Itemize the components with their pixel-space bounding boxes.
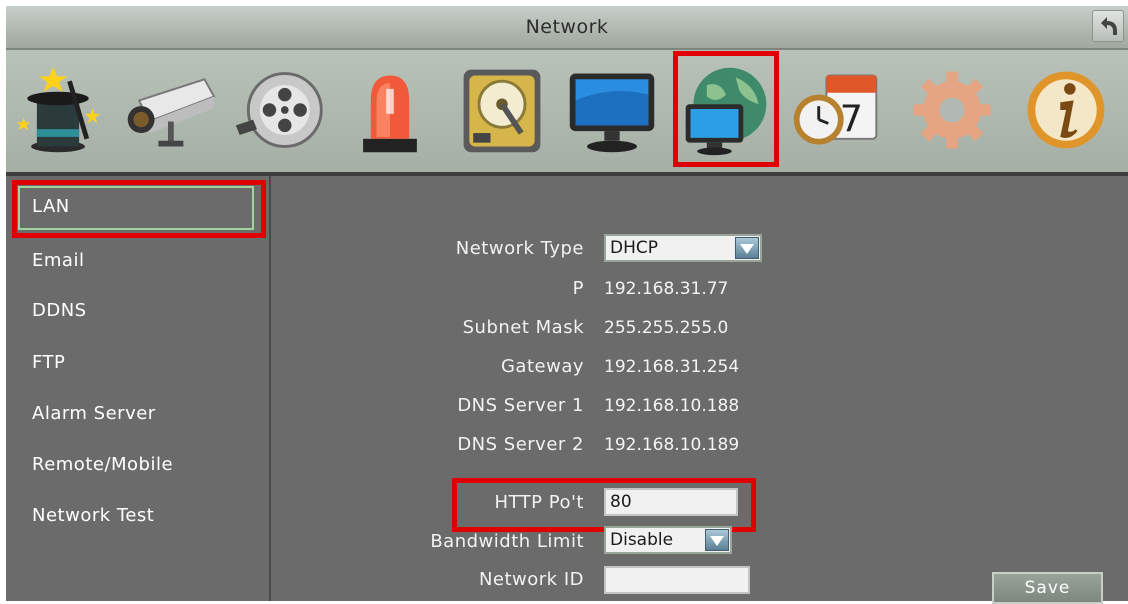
sidebar-item-network-test[interactable]: Network Test (32, 505, 154, 526)
dns-server-2-value: 192.168.10.189 (604, 435, 740, 455)
camera-icon[interactable] (120, 60, 216, 160)
ip-label: P (572, 278, 584, 299)
network-window: Network 7 LAN Email DDNS FTP Alarm Serve… (6, 6, 1128, 604)
network-type-value: DHCP (610, 238, 658, 258)
display-icon[interactable] (564, 60, 660, 160)
back-button[interactable] (1092, 10, 1124, 42)
dropdown-arrow-icon (735, 237, 759, 259)
gateway-value: 192.168.31.254 (604, 357, 740, 377)
subnet-mask-label: Subnet Mask (462, 317, 584, 338)
toolbar: 7 (6, 50, 1128, 176)
storage-icon[interactable] (454, 60, 550, 160)
network-id-label: Network ID (478, 569, 584, 590)
record-icon[interactable] (232, 60, 328, 160)
lan-settings-panel: Network Type DHCP P 192.168.31.77 Subnet… (272, 176, 1128, 604)
network-selected-highlight (673, 51, 779, 167)
dropdown-arrow-icon (705, 529, 729, 551)
sidebar-item-ddns[interactable]: DDNS (32, 300, 87, 321)
sidebar: LAN Email DDNS FTP Alarm Server Remote/M… (6, 176, 271, 601)
window-title: Network (525, 16, 609, 38)
subnet-mask-value: 255.255.255.0 (604, 318, 729, 338)
network-type-select[interactable]: DHCP (604, 234, 762, 262)
bandwidth-limit-value: Disable (610, 530, 674, 550)
bandwidth-limit-select[interactable]: Disable (604, 526, 732, 554)
alarm-icon[interactable] (342, 60, 438, 160)
network-id-input[interactable] (604, 566, 750, 594)
sidebar-item-lan[interactable]: LAN (32, 196, 70, 217)
save-button[interactable]: Save (992, 572, 1103, 604)
http-port-input[interactable]: 80 (604, 488, 738, 516)
sidebar-item-email[interactable]: Email (32, 250, 84, 271)
gateway-label: Gateway (500, 356, 584, 377)
dns-server-2-label: DNS Server 2 (457, 434, 584, 455)
sidebar-item-ftp[interactable]: FTP (32, 352, 65, 373)
network-type-label: Network Type (455, 238, 584, 259)
wizard-icon[interactable] (10, 60, 106, 160)
sidebar-item-alarm-server[interactable]: Alarm Server (32, 403, 156, 424)
sidebar-item-remote-mobile[interactable]: Remote/Mobile (32, 454, 173, 475)
dns-server-1-value: 192.168.10.188 (604, 396, 740, 416)
bandwidth-limit-label: Bandwidth Limit (430, 531, 584, 552)
http-port-label: HTTP Po't (494, 492, 584, 513)
ip-value: 192.168.31.77 (604, 279, 729, 299)
settings-icon[interactable] (904, 60, 1000, 160)
back-arrow-icon (1101, 17, 1117, 35)
info-icon[interactable] (1018, 60, 1114, 160)
dns-server-1-label: DNS Server 1 (457, 395, 584, 416)
schedule-icon[interactable]: 7 (788, 60, 884, 160)
title-bar: Network (6, 6, 1128, 50)
